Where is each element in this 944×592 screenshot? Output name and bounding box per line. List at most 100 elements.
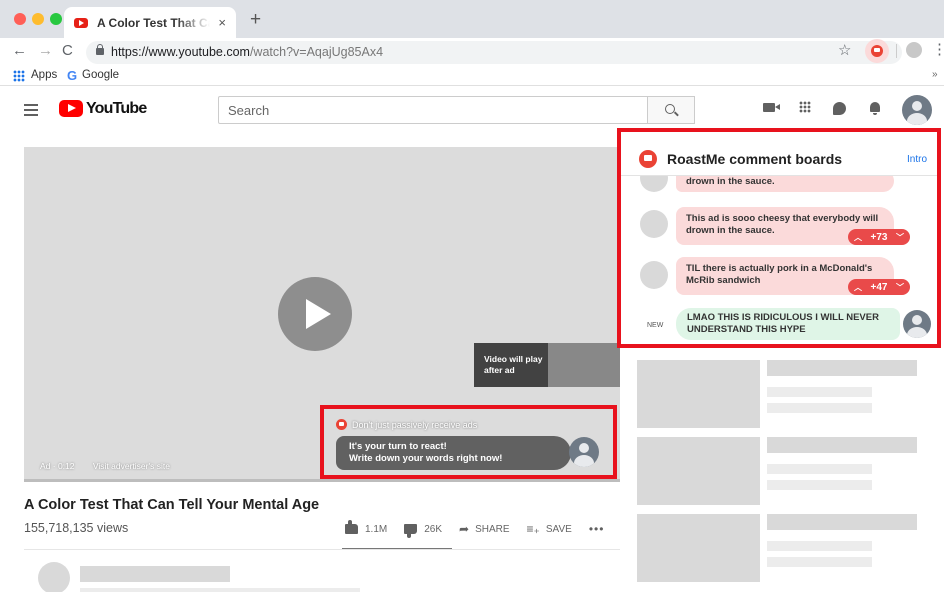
address-bar[interactable]: https://www.youtube.com/watch?v=AqajUg85… <box>86 41 902 64</box>
react-prompt-title: Don't just passively receive ads <box>352 419 478 430</box>
forward-arrow-icon[interactable]: → <box>38 42 53 59</box>
roastme-logo-icon <box>639 150 657 168</box>
related-meta-placeholder <box>767 541 872 551</box>
comment-text: TIL there is actually pork in a McDonald… <box>686 263 873 286</box>
play-icon[interactable] <box>278 277 352 351</box>
url-path: /watch?v=AqajUg85Ax4 <box>249 45 384 59</box>
youtube-apps-icon[interactable] <box>799 101 811 113</box>
bookmarks-more-icon[interactable]: » <box>932 69 938 80</box>
search-icon <box>665 104 675 114</box>
new-tab-button[interactable]: + <box>250 9 261 31</box>
ad-next-video-preview[interactable]: Video will play after ad <box>474 343 620 387</box>
reload-icon[interactable]: C <box>62 42 73 59</box>
window-close-button[interactable] <box>14 13 26 25</box>
player-progress-bar[interactable] <box>24 479 620 482</box>
comment-avatar <box>640 261 668 289</box>
thumbs-down-icon <box>404 524 418 538</box>
share-arrow-icon: ➦ <box>459 522 470 536</box>
vote-control[interactable]: ︿ +73 ﹀ <box>848 229 910 245</box>
bookmark-star-icon[interactable]: ☆ <box>838 41 851 59</box>
comment-avatar <box>640 210 668 238</box>
video-title: A Color Test That Can Tell Your Mental A… <box>24 497 320 513</box>
vote-count: +47 <box>870 281 888 293</box>
search-field <box>218 96 648 124</box>
react-prompt-line: Write down your words right now! <box>349 453 503 464</box>
roastme-react-prompt[interactable]: Don't just passively receive ads It's yo… <box>320 405 617 479</box>
lock-icon <box>96 44 104 55</box>
like-button[interactable]: 1.1M <box>345 520 388 535</box>
messages-icon[interactable] <box>833 102 846 115</box>
share-button[interactable]: ➦ SHARE <box>459 522 510 536</box>
search-button[interactable] <box>647 96 695 124</box>
new-comment-label: NEW <box>647 322 664 329</box>
youtube-logo-text[interactable]: YouTube <box>86 100 147 118</box>
related-title-placeholder <box>767 514 917 530</box>
window-maximize-button[interactable] <box>50 13 62 25</box>
related-meta-placeholder <box>767 403 872 413</box>
apps-grid-icon[interactable] <box>13 70 25 82</box>
save-button[interactable]: ≡₊ SAVE <box>527 522 572 536</box>
browser-profile-icon[interactable] <box>906 42 922 58</box>
tab-title: A Color Test That Can Tell Your Mental A… <box>97 15 210 30</box>
upvote-icon[interactable]: ︿ <box>854 232 862 243</box>
roastme-extension-icon <box>871 45 883 57</box>
video-actions: 1.1M 26K ➦ SHARE ≡₊ SAVE ••• <box>345 520 605 538</box>
url-text: https://www.youtube.com/watch?v=AqajUg85… <box>111 45 383 59</box>
ad-next-line: Video will play <box>484 354 543 364</box>
roastme-logo-icon <box>336 419 347 430</box>
react-prompt-line: It's your turn to react! <box>349 441 447 452</box>
react-prompt-bubble[interactable]: It's your turn to react! Write down your… <box>336 436 571 470</box>
vote-control[interactable]: ︿ +47 ﹀ <box>848 279 910 295</box>
related-meta-placeholder <box>767 387 872 397</box>
bookmarks-bar: Apps G Google » <box>0 66 944 86</box>
tab-close-icon[interactable]: × <box>218 15 226 30</box>
dislike-count: 26K <box>424 523 443 535</box>
channel-info-placeholder <box>80 588 360 592</box>
more-actions-icon[interactable]: ••• <box>589 522 605 536</box>
downvote-icon[interactable]: ﹀ <box>896 282 904 293</box>
channel-avatar-placeholder <box>38 562 70 592</box>
youtube-header: YouTube <box>0 87 944 133</box>
related-title-placeholder <box>767 437 917 453</box>
dislike-button[interactable]: 26K <box>404 523 443 538</box>
youtube-logo-icon[interactable] <box>59 100 83 117</box>
roastme-panel-header: RoastMe comment boards Intro <box>621 132 937 176</box>
browser-menu-icon[interactable]: ⋮ <box>932 40 944 58</box>
youtube-favicon-icon <box>74 17 88 28</box>
comment-text: drown in the sauce. <box>686 176 775 187</box>
downvote-icon[interactable]: ﹀ <box>896 232 904 243</box>
meta-divider <box>24 549 620 550</box>
browser-toolbar: ← → C https://www.youtube.com/watch?v=Aq… <box>0 38 944 66</box>
bookmark-apps[interactable]: Apps <box>31 69 57 81</box>
ad-countdown: Ad · 0:12 <box>40 461 75 471</box>
related-thumbnail-placeholder <box>637 514 760 582</box>
notifications-bell-icon[interactable] <box>870 102 880 115</box>
google-icon: G <box>67 68 78 83</box>
window-minimize-button[interactable] <box>32 13 44 25</box>
roastme-extension-button[interactable] <box>865 39 889 63</box>
related-meta-placeholder <box>767 464 872 474</box>
vote-count: +73 <box>870 231 888 243</box>
browser-tab-bar: A Color Test That Can Tell Your Mental A… <box>0 0 944 38</box>
save-label: SAVE <box>545 523 572 535</box>
hamburger-menu-icon[interactable] <box>24 104 38 116</box>
like-count: 1.1M <box>365 523 388 535</box>
upvote-icon[interactable]: ︿ <box>854 282 862 293</box>
related-title-placeholder <box>767 360 917 376</box>
user-avatar[interactable] <box>902 95 932 125</box>
visit-advertiser-link[interactable]: Visit advertiser's site <box>93 461 170 471</box>
back-arrow-icon[interactable]: ← <box>12 42 27 59</box>
react-user-avatar <box>569 437 599 467</box>
thumbs-up-icon <box>345 520 358 534</box>
create-video-icon[interactable] <box>763 103 780 112</box>
ad-next-label: Video will play after ad <box>474 343 548 387</box>
channel-name-placeholder <box>80 566 230 582</box>
related-thumbnail-placeholder <box>637 437 760 505</box>
bookmark-google[interactable]: Google <box>82 69 119 81</box>
url-host: https://www.youtube.com <box>111 45 250 59</box>
search-input[interactable] <box>219 97 647 123</box>
roastme-intro-link[interactable]: Intro <box>907 154 927 165</box>
new-comment-bubble[interactable]: LMAO THIS IS RIDICULOUS I WILL NEVER UND… <box>676 308 900 340</box>
browser-tab[interactable]: A Color Test That Can Tell Your Mental A… <box>64 7 236 38</box>
new-comment-avatar <box>903 310 931 338</box>
